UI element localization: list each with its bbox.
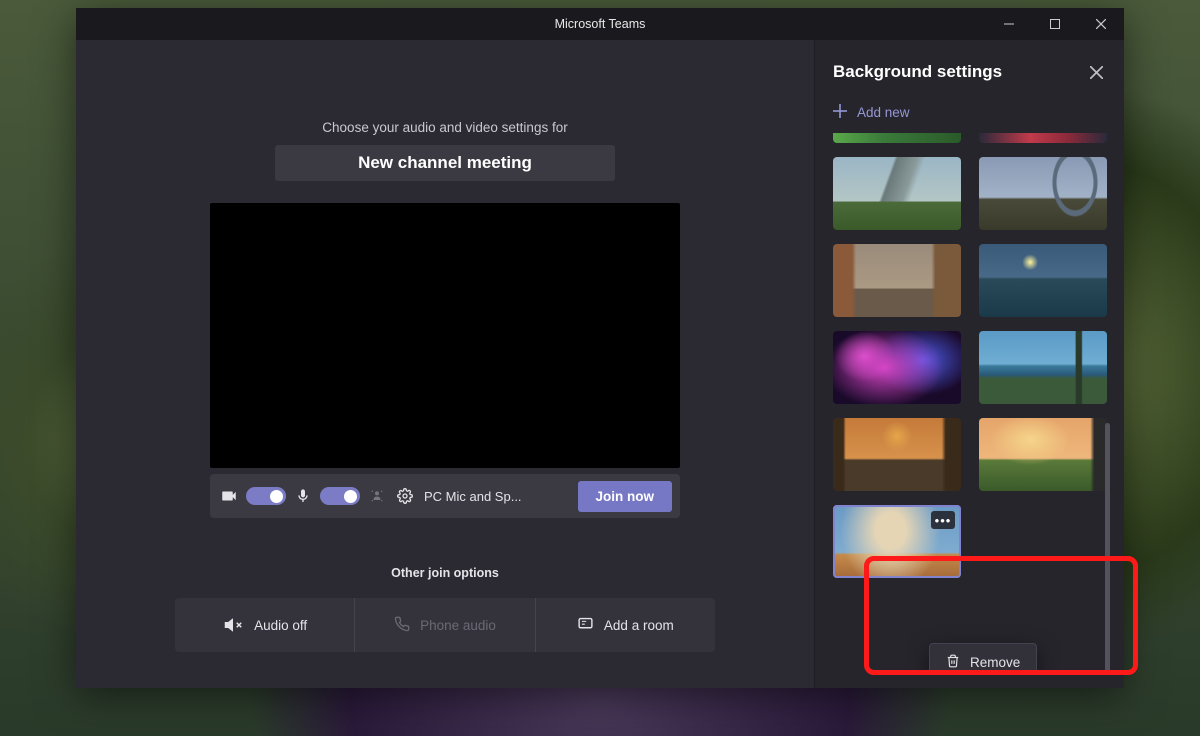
add-new-background-button[interactable]: Add new <box>833 104 1110 121</box>
background-grid: ••• <box>833 133 1110 578</box>
remove-label: Remove <box>970 655 1020 670</box>
background-thumb[interactable] <box>979 157 1107 230</box>
panel-title: Background settings <box>833 62 1002 82</box>
close-panel-button[interactable] <box>1082 58 1110 86</box>
close-window-button[interactable] <box>1078 8 1124 40</box>
background-thumb[interactable] <box>833 244 961 317</box>
background-settings-panel: Background settings Add new <box>814 40 1124 688</box>
device-controls-bar: PC Mic and Sp... Join now <box>210 474 680 518</box>
mic-icon <box>292 485 314 507</box>
context-menu-remove[interactable]: Remove <box>929 643 1037 674</box>
add-room-label: Add a room <box>604 618 674 633</box>
thumb-more-button[interactable]: ••• <box>931 511 955 529</box>
room-icon <box>577 615 594 635</box>
phone-audio-label: Phone audio <box>420 618 496 633</box>
background-thumb[interactable] <box>979 133 1107 143</box>
audio-off-option[interactable]: Audio off <box>175 598 355 652</box>
other-options-bar: Audio off Phone audio Add a room <box>175 598 715 652</box>
other-options-label: Other join options <box>391 566 499 580</box>
trash-icon <box>946 654 960 671</box>
backgrounds-scrollbar[interactable] <box>1105 133 1110 674</box>
window-title: Microsoft Teams <box>555 17 646 31</box>
minimize-button[interactable] <box>986 8 1032 40</box>
join-now-button[interactable]: Join now <box>578 481 673 512</box>
video-preview <box>210 203 680 468</box>
background-thumb[interactable] <box>833 418 961 491</box>
add-room-option[interactable]: Add a room <box>536 598 715 652</box>
camera-icon <box>218 485 240 507</box>
settings-prompt: Choose your audio and video settings for <box>322 120 567 135</box>
background-thumb[interactable] <box>979 418 1107 491</box>
mic-toggle[interactable] <box>320 487 360 505</box>
add-new-label: Add new <box>857 105 910 120</box>
window-controls <box>986 8 1124 40</box>
device-label[interactable]: PC Mic and Sp... <box>424 489 522 504</box>
background-effects-icon[interactable] <box>366 485 388 507</box>
phone-icon <box>394 616 410 635</box>
teams-window: Microsoft Teams Choose your audio and vi… <box>76 8 1124 688</box>
background-thumb[interactable] <box>979 244 1107 317</box>
meeting-title-input[interactable]: New channel meeting <box>275 145 615 181</box>
background-thumb[interactable] <box>979 331 1107 404</box>
speaker-off-icon <box>222 614 244 636</box>
prejoin-main: Choose your audio and video settings for… <box>76 40 814 688</box>
titlebar[interactable]: Microsoft Teams <box>76 8 1124 40</box>
background-thumb[interactable] <box>833 331 961 404</box>
scrollbar-thumb[interactable] <box>1105 423 1110 674</box>
phone-audio-option: Phone audio <box>355 598 535 652</box>
background-thumb[interactable] <box>833 133 961 143</box>
audio-off-label: Audio off <box>254 618 307 633</box>
device-settings-icon[interactable] <box>394 485 416 507</box>
plus-icon <box>833 104 847 121</box>
background-thumb-selected[interactable]: ••• <box>833 505 961 578</box>
maximize-button[interactable] <box>1032 8 1078 40</box>
camera-toggle[interactable] <box>246 487 286 505</box>
background-thumb[interactable] <box>833 157 961 230</box>
